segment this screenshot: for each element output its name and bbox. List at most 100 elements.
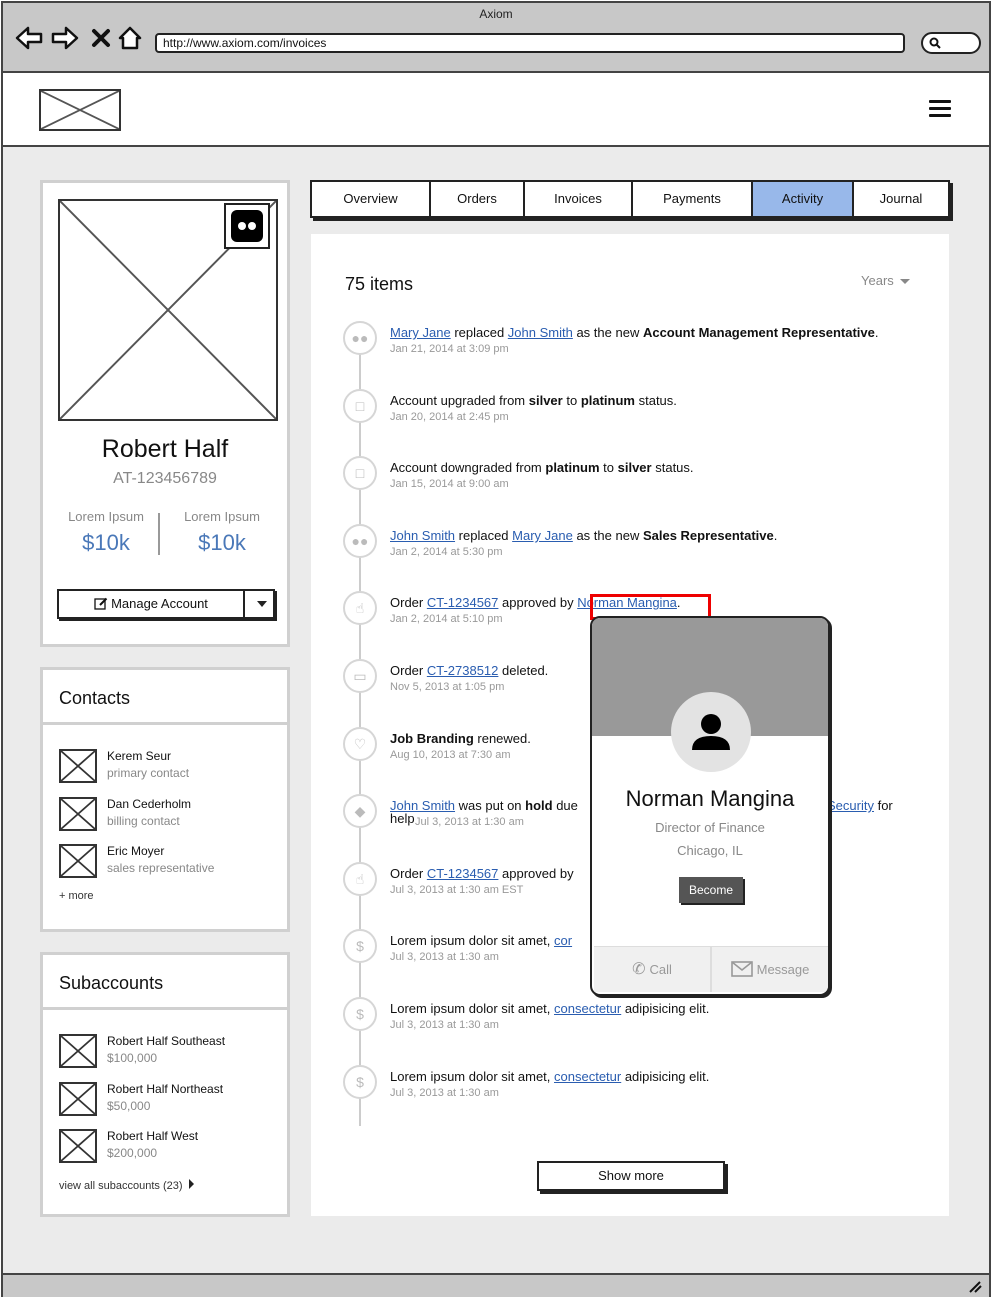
subaccount-thumbnail [59, 1082, 97, 1116]
contact-row[interactable]: Kerem Seur primary contact [59, 747, 279, 787]
contact-row[interactable]: Eric Moyer sales representative [59, 842, 279, 882]
consectetur-link[interactable]: consectetur [554, 1069, 621, 1084]
subaccount-amount: $50,000 [107, 1099, 151, 1113]
popover-actions: ✆ Call Message [594, 946, 828, 992]
years-filter-dropdown[interactable]: Years [861, 273, 910, 288]
manage-account-label: Manage Account [111, 596, 208, 611]
subaccount-name: Robert Half West [107, 1129, 199, 1143]
heart-icon: ♡ [343, 727, 377, 761]
browser-window: Axiom http://www.axiom.com/invoices Robe… [1, 1, 991, 1297]
resize-grip-icon[interactable] [967, 1279, 983, 1293]
url-bar[interactable]: http://www.axiom.com/invoices [155, 33, 905, 53]
profile-card: Robert Half AT-123456789 Lorem Ipsum $10… [40, 180, 290, 647]
feed-text: Job Branding renewed. [390, 731, 531, 746]
avatar-badge-icon[interactable] [224, 203, 270, 249]
popover-location: Chicago, IL [677, 843, 743, 858]
subaccount-thumbnail [59, 1129, 97, 1163]
hamburger-menu-icon[interactable] [929, 100, 951, 120]
browser-chrome: Axiom http://www.axiom.com/invoices [3, 3, 989, 73]
feed-timestamp: Jul 3, 2013 at 1:30 am [390, 951, 499, 963]
user-link[interactable]: Mary Jane [390, 325, 451, 340]
feed-text: Order CT-2738512 deleted. [390, 663, 549, 678]
subaccount-row[interactable]: Robert Half West $200,000 [59, 1127, 279, 1167]
user-link[interactable]: John Smith [508, 325, 573, 340]
browser-search[interactable] [921, 32, 981, 54]
security-link[interactable]: Security [827, 798, 874, 813]
years-label: Years [861, 273, 894, 288]
more-contacts-link[interactable]: + more [59, 890, 94, 902]
subaccounts-card: Subaccounts Robert Half Southeast $100,0… [40, 952, 290, 1217]
order-link[interactable]: CT-2738512 [427, 663, 499, 678]
contact-row[interactable]: Dan Cederholm billing contact [59, 795, 279, 835]
contact-role: sales representative [107, 861, 215, 875]
window-title: Axiom [479, 7, 513, 21]
tab-overview[interactable]: Overview [312, 182, 431, 216]
back-arrow-icon[interactable] [15, 25, 43, 51]
tab-payments[interactable]: Payments [633, 182, 753, 216]
subaccount-row[interactable]: Robert Half Northeast $50,000 [59, 1080, 279, 1120]
feed-timestamp: Jul 3, 2013 at 1:30 am EST [390, 884, 524, 896]
thumbs-up-icon: ☝ [343, 591, 377, 625]
profile-account-id: AT-123456789 [113, 470, 217, 487]
dollar-icon: $ [343, 997, 377, 1031]
feed-timestamp: Nov 5, 2013 at 1:05 pm [390, 681, 505, 693]
contact-thumbnail [59, 749, 97, 783]
subaccount-amount: $100,000 [107, 1051, 158, 1065]
subaccount-name: Robert Half Northeast [107, 1082, 224, 1096]
tab-orders[interactable]: Orders [431, 182, 525, 216]
feed-item: ●● Mary Jane replaced John Smith as the … [343, 321, 943, 371]
feed-text: Lorem ipsum dolor sit amet, consectetur … [390, 1001, 710, 1016]
become-button[interactable]: Become [679, 877, 743, 903]
tab-journal[interactable]: Journal [854, 182, 948, 216]
feed-timestamp: Aug 10, 2013 at 7:30 am [390, 749, 511, 761]
dollar-icon: $ [343, 929, 377, 963]
logo-placeholder[interactable] [39, 89, 121, 131]
tab-activity[interactable]: Activity [753, 182, 854, 216]
feed-text: Account downgraded from platinum to silv… [390, 460, 694, 475]
view-all-subaccounts-link[interactable]: view all subaccounts (23) [59, 1179, 194, 1192]
feed-item: ●● John Smith replaced Mary Jane as the … [343, 524, 943, 574]
folder-icon: □ [343, 456, 377, 490]
profile-name: Robert Half [101, 435, 229, 463]
divider [43, 1007, 287, 1010]
stat-divider [158, 513, 160, 555]
feed-timestamp: Jul 3, 2013 at 1:30 am [390, 1087, 499, 1099]
feed-text: Lorem ipsum dolor sit amet, consectetur … [390, 1069, 710, 1084]
edit-icon [94, 597, 108, 610]
consectetur-link[interactable]: consectetur [554, 1001, 621, 1016]
feed-text: John Smith replaced Mary Jane as the new… [390, 528, 778, 543]
chevron-down-icon[interactable] [257, 601, 267, 607]
feed-item: $ Lorem ipsum dolor sit amet, consectetu… [343, 1065, 943, 1115]
order-link[interactable]: CT-1234567 [427, 595, 499, 610]
feed-item: $ Lorem ipsum dolor sit amet, consectetu… [343, 997, 943, 1047]
contact-thumbnail [59, 797, 97, 831]
call-button[interactable]: ✆ Call [594, 947, 712, 992]
envelope-icon [730, 961, 753, 977]
dollar-icon: $ [343, 1065, 377, 1099]
stat-1: Lorem Ipsum $10k [51, 509, 161, 556]
feed-timestamp: Jul 3, 2013 at 1:30 am [415, 816, 524, 828]
manage-account-main[interactable]: Manage Account [59, 591, 245, 617]
consectetur-link[interactable]: cor [554, 933, 572, 948]
close-icon[interactable] [91, 25, 111, 51]
tab-invoices[interactable]: Invoices [525, 182, 633, 216]
user-link[interactable]: John Smith [390, 528, 455, 543]
user-icon [692, 714, 730, 750]
user-popover-card: Norman Mangina Director of Finance Chica… [590, 616, 830, 996]
user-link[interactable]: Mary Jane [512, 528, 573, 543]
subaccount-thumbnail [59, 1034, 97, 1068]
stat-label: Lorem Ipsum [68, 509, 144, 524]
show-more-button[interactable]: Show more [537, 1161, 725, 1191]
home-icon[interactable] [117, 25, 143, 51]
order-link[interactable]: CT-1234567 [427, 866, 499, 881]
feed-text: Order CT-1234567 approved by [390, 866, 574, 881]
forward-arrow-icon[interactable] [51, 25, 79, 51]
message-button[interactable]: Message [712, 947, 828, 992]
contact-name: Eric Moyer [107, 844, 165, 858]
feed-timestamp: Jan 2, 2014 at 5:10 pm [390, 613, 503, 625]
subaccount-row[interactable]: Robert Half Southeast $100,000 [59, 1032, 279, 1072]
subaccount-name: Robert Half Southeast [107, 1034, 226, 1048]
group-icon: ●● [343, 524, 377, 558]
manage-account-button[interactable]: Manage Account [57, 589, 275, 619]
feed-item: □ Account upgraded from silver to platin… [343, 389, 943, 439]
